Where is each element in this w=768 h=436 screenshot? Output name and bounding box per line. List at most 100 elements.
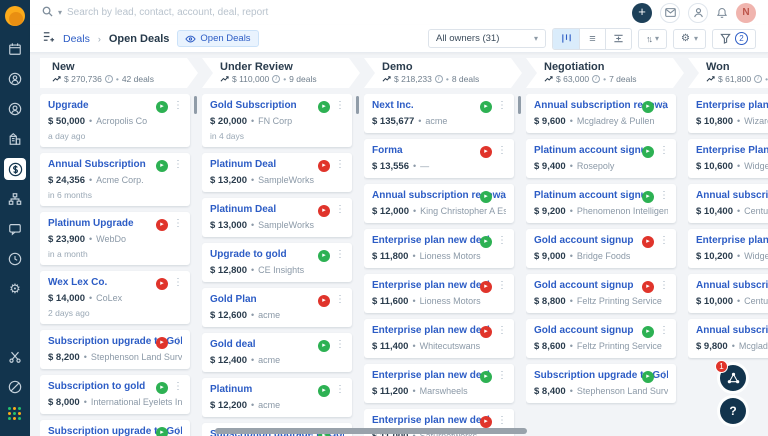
deal-card[interactable]: Annual Subscription ▸ ⋮ $ 24,356 • Acme … — [40, 153, 190, 206]
deal-card[interactable]: Platinum Upgrade ▸ ⋮ $ 23,900 • WebDo in… — [40, 212, 190, 265]
deal-status-icon[interactable]: ▸ — [156, 278, 168, 290]
deal-card[interactable]: Annual subscription renewal ▸ ⋮ $ 9,600 … — [526, 94, 676, 133]
column-scrollbar-thumb[interactable] — [518, 96, 521, 114]
deal-status-icon[interactable]: ▸ — [318, 340, 330, 352]
column-scrollbar-thumb[interactable] — [356, 96, 359, 114]
notifications-bell-icon[interactable] — [716, 7, 728, 19]
card-menu-icon[interactable]: ⋮ — [173, 159, 183, 170]
deal-card[interactable]: Next Inc. ▸ ⋮ $ 135,677 • acme — [364, 94, 514, 133]
card-menu-icon[interactable]: ⋮ — [497, 370, 507, 381]
sort-button[interactable]: ↑↓ ▾ — [638, 28, 668, 49]
deal-card[interactable]: Enterprise plan new deal $ 10,800 • Wiza… — [688, 94, 768, 133]
deal-account[interactable]: Widgetz.io — [744, 251, 768, 261]
deal-card[interactable]: Gold Plan ▸ ⋮ $ 12,600 • acme — [202, 288, 352, 327]
card-menu-icon[interactable]: ⋮ — [497, 280, 507, 291]
card-menu-icon[interactable]: ⋮ — [335, 294, 345, 305]
search-scope-caret-icon[interactable]: ▾ — [58, 8, 62, 17]
card-menu-icon[interactable]: ⋮ — [659, 100, 669, 111]
deal-account[interactable]: SampleWorks — [258, 175, 314, 185]
deal-status-icon[interactable]: ▸ — [156, 160, 168, 172]
card-menu-icon[interactable]: ⋮ — [497, 415, 507, 426]
deal-account[interactable]: International Eyelets Inc. — [91, 397, 182, 407]
horizontal-scrollbar[interactable] — [215, 428, 527, 434]
deal-account[interactable]: acme — [425, 116, 447, 126]
card-menu-icon[interactable]: ⋮ — [173, 381, 183, 392]
user-add-icon[interactable] — [688, 2, 708, 23]
card-menu-icon[interactable]: ⋮ — [335, 159, 345, 170]
filters-button[interactable]: 2 — [712, 28, 756, 49]
deal-card[interactable]: Platinum Deal ▸ ⋮ $ 13,000 • SampleWorks — [202, 198, 352, 237]
column-scrollbar-thumb[interactable] — [194, 96, 197, 114]
deal-status-icon[interactable]: ▸ — [480, 101, 492, 113]
deal-card[interactable]: Enterprise plan new deal ▸ ⋮ $ 11,200 • … — [364, 364, 514, 403]
deal-account[interactable]: Feltz Printing Service — [577, 341, 662, 351]
help-button[interactable]: ? — [720, 398, 746, 424]
deal-title[interactable]: Enterprise plan new deal — [696, 100, 768, 111]
deal-status-icon[interactable]: ▸ — [642, 146, 654, 158]
deal-account[interactable]: Century Comm — [744, 296, 768, 306]
deal-status-icon[interactable]: ▸ — [642, 281, 654, 293]
card-menu-icon[interactable]: ⋮ — [659, 190, 669, 201]
deal-card[interactable]: Subscription upgrade to Gold ▸ ⋮ $ 8,400… — [526, 364, 676, 403]
deal-title[interactable]: Annual subscription — [696, 280, 768, 291]
deal-card[interactable]: Enterprise plan new deal $ 10,200 • Widg… — [688, 229, 768, 268]
deal-account[interactable]: Stephenson Land Surveying — [91, 352, 182, 362]
deal-account[interactable]: FN Corp — [258, 116, 292, 126]
deal-title[interactable]: Annual subscription renewal — [696, 325, 768, 336]
deal-account[interactable]: acme — [258, 355, 280, 365]
deal-account[interactable]: Century Comm — [744, 206, 768, 216]
deal-title[interactable]: Enterprise Plan New Deal — [696, 145, 768, 156]
deal-status-icon[interactable]: ▸ — [318, 385, 330, 397]
deal-account[interactable]: Wizardbar — [744, 116, 768, 126]
deal-account[interactable]: King Christopher A Esq — [420, 206, 506, 216]
deal-status-icon[interactable]: ▸ — [480, 326, 492, 338]
deal-card[interactable]: Annual subscription $ 10,000 • Century C… — [688, 274, 768, 313]
deal-status-icon[interactable]: ▸ — [480, 236, 492, 248]
leads-icon[interactable] — [4, 68, 26, 90]
deal-card[interactable]: Platinum ▸ ⋮ $ 12,200 • acme — [202, 378, 352, 417]
pipeline-view-icon[interactable] — [42, 30, 55, 48]
info-icon[interactable]: i — [592, 75, 600, 83]
org-chart-icon[interactable] — [4, 188, 26, 210]
deal-status-icon[interactable]: ▸ — [318, 295, 330, 307]
deal-card[interactable]: Subscription upgrade to Gold ▸ ⋮ $ 7,800… — [40, 420, 190, 436]
email-icon[interactable] — [660, 2, 680, 23]
contacts-icon[interactable] — [4, 98, 26, 120]
chat-icon[interactable] — [4, 218, 26, 240]
deal-account[interactable]: Feltz Printing Service — [577, 296, 662, 306]
card-menu-icon[interactable]: ⋮ — [659, 370, 669, 381]
accounts-building-icon[interactable] — [4, 128, 26, 150]
deal-account[interactable]: SampleWorks — [258, 220, 314, 230]
deal-status-icon[interactable]: ▸ — [156, 219, 168, 231]
search-input[interactable] — [67, 7, 368, 18]
deal-card[interactable]: Platinum account signup ▸ ⋮ $ 9,400 • Ro… — [526, 139, 676, 178]
card-menu-icon[interactable]: ⋮ — [335, 339, 345, 350]
deal-status-icon[interactable]: ▸ — [642, 101, 654, 113]
deal-status-icon[interactable]: ▸ — [480, 191, 492, 203]
deal-status-icon[interactable]: ▸ — [318, 160, 330, 172]
breadcrumb-deals-link[interactable]: Deals — [63, 33, 90, 45]
deal-card[interactable]: Wex Lex Co. ▸ ⋮ $ 14,000 • CoLex 2 days … — [40, 271, 190, 324]
deal-status-icon[interactable]: ▸ — [642, 191, 654, 203]
card-menu-icon[interactable]: ⋮ — [335, 100, 345, 111]
card-menu-icon[interactable]: ⋮ — [659, 145, 669, 156]
card-menu-icon[interactable]: ⋮ — [659, 280, 669, 291]
deal-status-icon[interactable]: ▸ — [318, 250, 330, 262]
owners-filter-select[interactable]: All owners (31) ▾ — [428, 29, 546, 48]
deal-status-icon[interactable]: ▸ — [480, 281, 492, 293]
deal-account[interactable]: CoLex — [96, 293, 122, 303]
deal-account[interactable]: Stephenson Land Surveying — [577, 386, 668, 396]
deal-account[interactable]: Mcgladrey & Pullen — [577, 116, 655, 126]
deals-icon[interactable] — [4, 158, 26, 180]
card-menu-icon[interactable]: ⋮ — [497, 235, 507, 246]
compass-icon[interactable] — [4, 376, 26, 398]
deal-card[interactable]: Enterprise plan new deal ▸ ⋮ $ 11,400 • … — [364, 319, 514, 358]
deal-account[interactable]: WebDo — [96, 234, 126, 244]
saved-view-badge[interactable]: Open Deals — [177, 30, 259, 47]
user-avatar[interactable]: N — [736, 2, 756, 23]
deal-account[interactable]: Marswheels — [420, 386, 468, 396]
card-menu-icon[interactable]: ⋮ — [497, 325, 507, 336]
quick-add-button[interactable]: + — [632, 2, 652, 23]
deal-card[interactable]: Gold Subscription ▸ ⋮ $ 20,000 • FN Corp… — [202, 94, 352, 147]
deal-title[interactable]: Enterprise plan new deal — [696, 235, 768, 246]
